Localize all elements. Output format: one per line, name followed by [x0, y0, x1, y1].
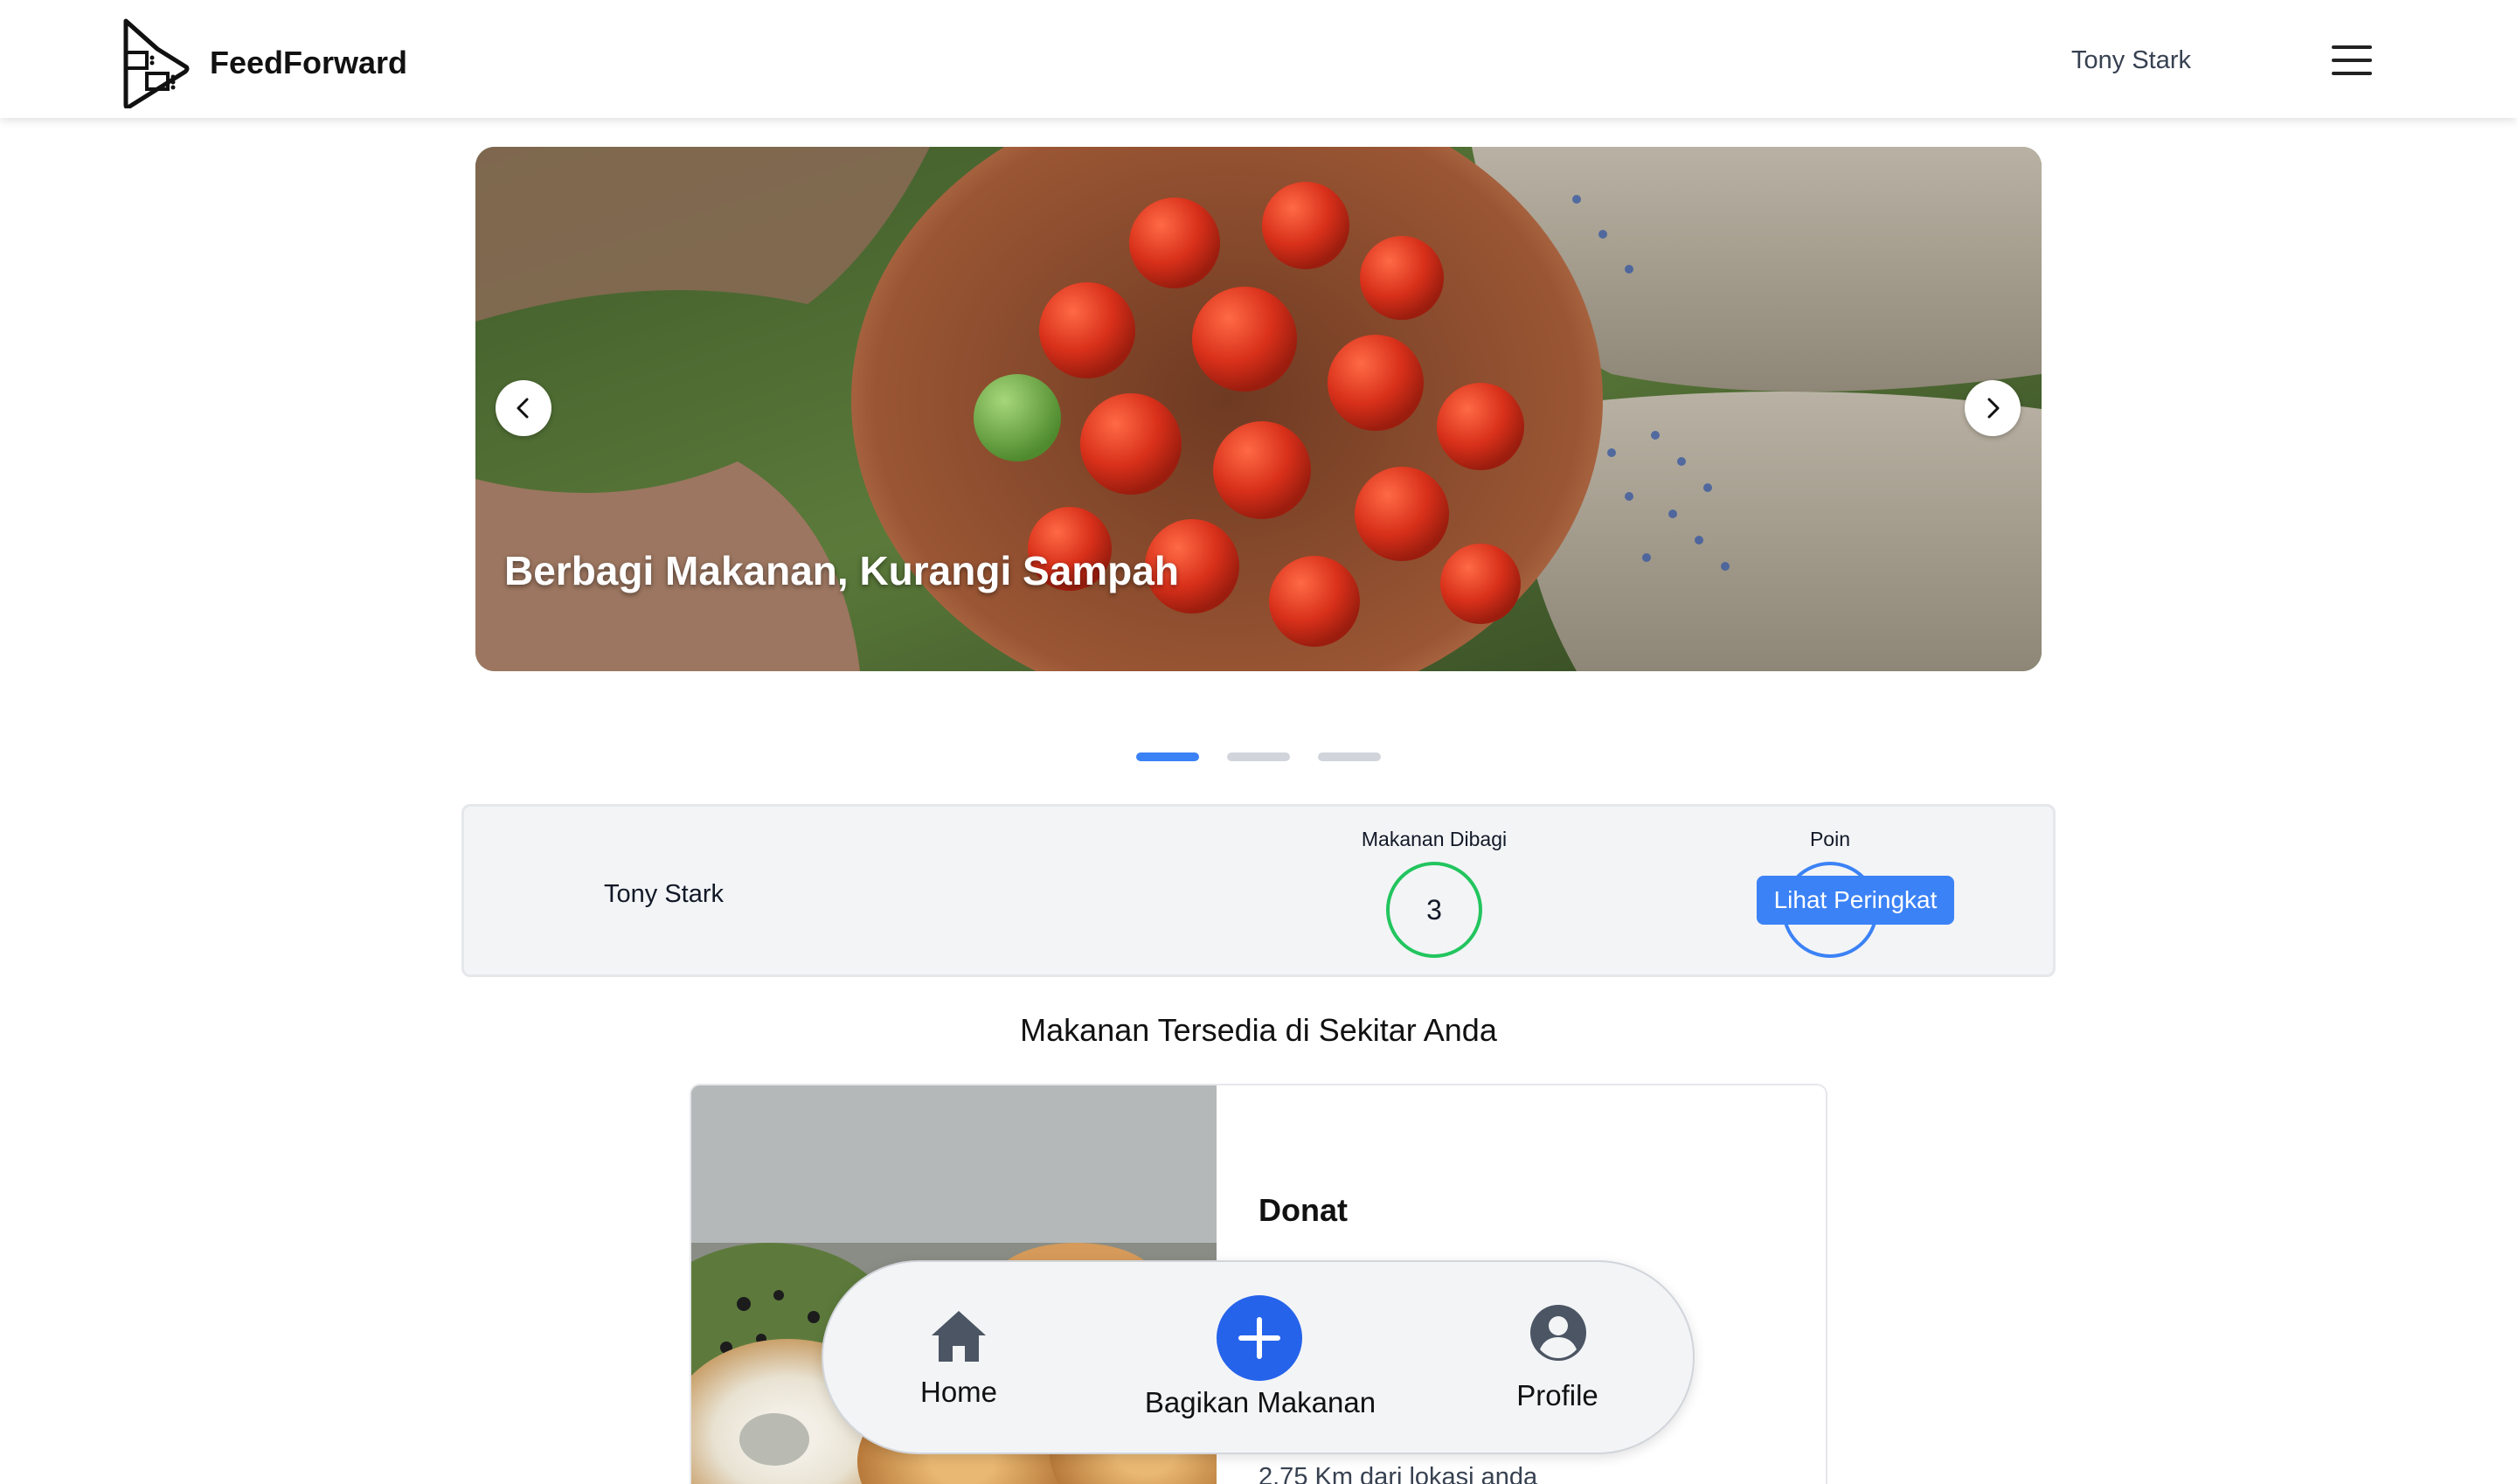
header-user-name[interactable]: Tony Stark — [2071, 46, 2191, 75]
nav-home[interactable]: Home — [911, 1262, 1007, 1456]
add-food-button[interactable] — [1217, 1295, 1302, 1381]
carousel-next-button[interactable] — [1965, 380, 2021, 436]
brand-name: FeedForward — [210, 45, 408, 80]
hero-carousel: Berbagi Makanan, Kurangi Sampah — [475, 147, 2042, 671]
view-ranking-button[interactable]: Lihat Peringkat — [1757, 876, 1954, 925]
nav-share-food[interactable]: Bagikan Makanan — [1138, 1262, 1383, 1456]
user-circle-icon — [1530, 1305, 1586, 1361]
nav-share-label: Bagikan Makanan — [1144, 1386, 1376, 1418]
section-title: Makanan Tersedia di Sekitar Anda — [1020, 1012, 1497, 1048]
nav-profile-label: Profile — [1516, 1379, 1598, 1411]
user-stats-panel: Tony Stark Makanan Dibagi 3 Poin 30 Liha… — [461, 804, 2056, 977]
chevron-right-icon — [1987, 398, 2000, 419]
chevron-left-icon — [517, 398, 529, 419]
shared-food-stat: Makanan Dibagi 3 — [1338, 828, 1530, 958]
carousel-caption: Berbagi Makanan, Kurangi Sampah — [504, 548, 1179, 593]
nav-profile[interactable]: Profile — [1505, 1262, 1610, 1456]
points-label: Poin — [1809, 828, 1851, 850]
shared-food-label: Makanan Dibagi — [1361, 828, 1508, 850]
feedforward-logo-icon — [123, 18, 190, 108]
carousel-dot-2[interactable] — [1227, 752, 1290, 761]
stats-user-name: Tony Stark — [604, 880, 724, 908]
top-navbar: FeedForward Tony Stark — [0, 0, 2517, 118]
carousel-indicators — [1136, 752, 1381, 761]
hamburger-menu-icon[interactable] — [2332, 45, 2372, 75]
bottom-navigation: Home Bagikan Makanan Profile — [822, 1260, 1695, 1454]
shared-food-value: 3 — [1386, 862, 1482, 958]
brand[interactable]: FeedForward — [121, 17, 407, 108]
food-distance: 2.75 Km dari lokasi anda — [1258, 1463, 1538, 1484]
carousel-dot-1[interactable] — [1136, 752, 1199, 761]
carousel-dot-3[interactable] — [1318, 752, 1381, 761]
home-icon — [932, 1311, 986, 1362]
food-name: Donat — [1258, 1192, 1348, 1228]
carousel-prev-button[interactable] — [496, 380, 551, 436]
plus-icon — [1238, 1317, 1280, 1359]
nav-home-label: Home — [919, 1376, 998, 1408]
